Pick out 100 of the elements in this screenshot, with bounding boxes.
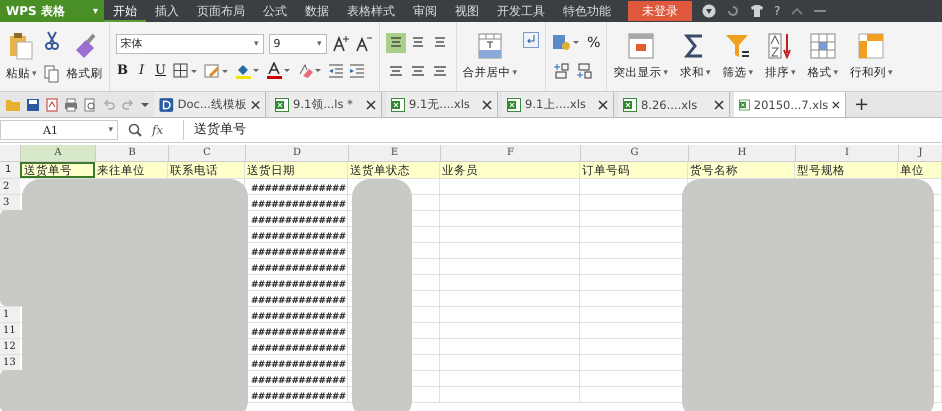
print-preview-icon[interactable] — [83, 98, 97, 112]
name-box[interactable]: A1 ▾ — [0, 120, 118, 140]
row-number[interactable]: 13 — [0, 355, 20, 370]
rows-columns-icon — [858, 33, 884, 59]
menu-tab[interactable]: 公式 — [254, 0, 296, 22]
close-icon[interactable] — [250, 100, 260, 110]
format-painter-button[interactable]: 格式刷 — [66, 32, 103, 81]
column-header[interactable]: E — [348, 145, 440, 161]
close-icon[interactable] — [366, 100, 376, 110]
font-size-field[interactable]: 9 ▾ — [268, 34, 327, 54]
font-name-field[interactable]: 宋体 ▾ — [116, 34, 264, 54]
help-button[interactable]: ? — [774, 4, 780, 18]
function-button[interactable]: fx — [152, 123, 164, 137]
cell-style-icon[interactable] — [204, 62, 230, 78]
document-tab[interactable]: 9.1领...ls * — [270, 92, 382, 117]
caret-icon[interactable]: ▾ — [706, 68, 710, 78]
merge-cells-icon — [478, 33, 502, 59]
column-header[interactable]: A — [20, 145, 95, 161]
column-header[interactable]: H — [688, 145, 795, 161]
document-tab[interactable]: 9.1上....xls — [502, 92, 614, 117]
close-icon[interactable] — [598, 100, 608, 110]
close-icon[interactable] — [714, 100, 724, 110]
column-header[interactable]: I — [795, 145, 898, 161]
copy-icon[interactable] — [44, 64, 60, 82]
percent-button[interactable]: % — [587, 34, 600, 50]
remove-decimal-icon[interactable] — [575, 62, 594, 80]
underline-button[interactable]: U — [154, 63, 168, 78]
ribbon-tool-button[interactable]: 格式 ▾ — [808, 33, 838, 80]
column-header[interactable]: C — [168, 145, 245, 161]
wrap-text-icon[interactable] — [523, 32, 540, 48]
caret-icon[interactable]: ▾ — [32, 68, 37, 78]
bold-button[interactable]: B — [116, 63, 130, 78]
column-header[interactable]: D — [245, 145, 348, 161]
menu-tab[interactable]: 数据 — [296, 0, 338, 22]
minimize-icon[interactable] — [814, 9, 826, 13]
table-cell: 型号规格 — [795, 162, 898, 178]
new-tab-button[interactable]: + — [854, 94, 870, 115]
document-tab[interactable]: 9.1无....xls — [386, 92, 498, 117]
shirt-icon[interactable] — [750, 4, 764, 18]
menu-tab[interactable]: 特色功能 — [554, 0, 620, 22]
zoom-icon[interactable] — [128, 123, 142, 137]
menu-tab[interactable]: 审阅 — [404, 0, 446, 22]
save-icon[interactable] — [26, 98, 40, 112]
scissors-icon[interactable] — [42, 30, 61, 50]
caret-icon[interactable]: ▾ — [663, 68, 668, 78]
italic-button[interactable]: I — [134, 63, 149, 78]
merge-center-button[interactable]: 合并居中 ▾ — [462, 33, 518, 80]
ribbon-tool-button[interactable]: 行和列 ▾ — [850, 33, 893, 80]
print-icon[interactable] — [64, 98, 78, 112]
caret-icon[interactable]: ▾ — [790, 68, 796, 78]
column-header[interactable]: G — [580, 145, 688, 161]
menu-tab[interactable]: 视图 — [446, 0, 488, 22]
eraser-icon[interactable] — [296, 62, 323, 80]
shrink-font-icon[interactable] — [354, 34, 373, 52]
paste-button[interactable]: 粘贴 ▾ — [6, 32, 37, 81]
ribbon-tool-button[interactable]: 突出显示 ▾ — [613, 33, 668, 80]
menu-tab[interactable]: 开发工具 — [488, 0, 554, 22]
row-number[interactable]: 3 — [0, 195, 20, 210]
spreadsheet-icon — [391, 98, 405, 112]
menu-tab[interactable]: 页面布局 — [188, 0, 254, 22]
close-icon[interactable] — [832, 100, 840, 110]
document-tab[interactable]: 8.26....xls — [618, 92, 730, 117]
align-icon[interactable] — [386, 32, 406, 52]
column-header[interactable]: B — [95, 145, 168, 161]
increase-indent-icon[interactable] — [348, 62, 365, 78]
collapse-icon[interactable] — [790, 6, 804, 16]
add-decimal-icon[interactable] — [552, 62, 570, 80]
close-icon[interactable] — [482, 100, 492, 110]
ribbon-tool-button[interactable]: 排序 ▾ — [764, 33, 796, 80]
login-button[interactable]: 未登录 — [628, 1, 692, 21]
ribbon-tool-button[interactable]: 筛选 ▾ — [722, 33, 753, 80]
row-number[interactable]: 11 — [0, 323, 20, 338]
document-tab[interactable]: Doc...线模板 — [154, 92, 266, 117]
refresh-icon[interactable] — [726, 4, 740, 18]
border-icon[interactable] — [172, 62, 199, 78]
row-number[interactable]: 12 — [0, 339, 20, 354]
column-header[interactable]: F — [440, 145, 580, 161]
merge-label: 合并居中 — [462, 65, 511, 80]
grow-font-icon[interactable] — [332, 34, 350, 52]
row-number[interactable]: 2 — [0, 179, 20, 194]
app-menu-button[interactable]: WPS 表格 ▾ — [0, 0, 104, 22]
ribbon-tool-button[interactable]: 求和 ▾ — [680, 33, 710, 80]
menu-tab[interactable]: 插入 — [146, 0, 188, 22]
table-cell-text: ############## — [250, 264, 346, 274]
table-cell-text: ############## — [250, 232, 346, 242]
column-header[interactable]: J — [898, 145, 942, 161]
pdf-icon[interactable] — [45, 98, 59, 112]
filter-icon — [724, 33, 751, 59]
caret-icon[interactable]: ▾ — [834, 68, 838, 78]
caret-icon[interactable]: ▾ — [888, 68, 893, 78]
document-icon — [159, 96, 174, 112]
decrease-indent-icon[interactable] — [328, 62, 344, 78]
row-number[interactable]: 1 — [0, 307, 20, 322]
menu-tab[interactable]: 表格样式 — [338, 0, 404, 22]
font-color-icon[interactable] — [266, 62, 292, 80]
document-tab[interactable]: 20150...7.xls — [734, 92, 846, 117]
row-number[interactable]: 1 — [0, 162, 20, 178]
caret-icon[interactable]: ▾ — [512, 68, 518, 78]
formula-field[interactable]: 送货单号 — [183, 120, 942, 140]
caret-icon[interactable]: ▾ — [748, 68, 753, 78]
